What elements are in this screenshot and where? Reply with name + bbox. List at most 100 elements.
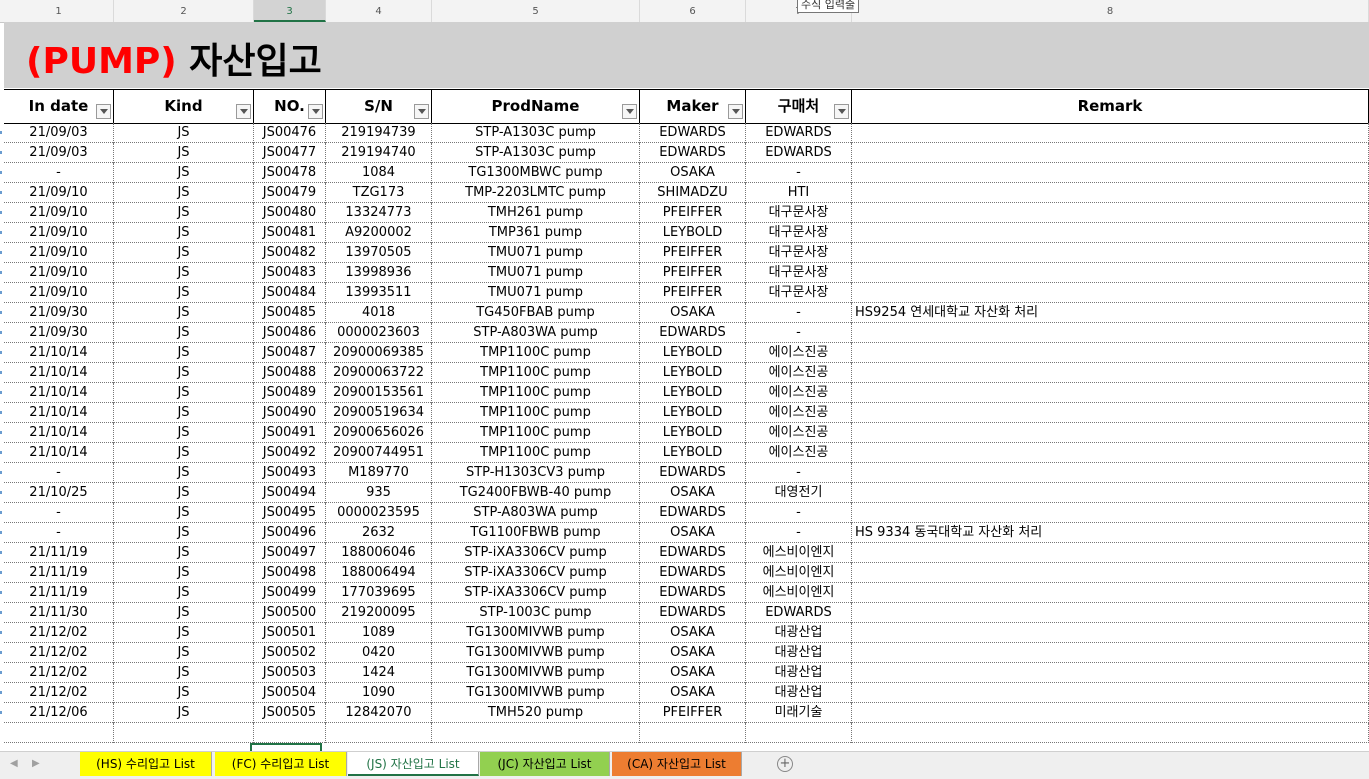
table-cell[interactable]: 에이스진공: [746, 443, 852, 463]
table-cell[interactable]: JS: [114, 123, 254, 143]
table-cell[interactable]: 177039695: [326, 583, 432, 603]
table-cell[interactable]: OSAKA: [640, 663, 746, 683]
table-cell[interactable]: 13993511: [326, 283, 432, 303]
table-cell[interactable]: [4, 723, 114, 743]
header-cell-2[interactable]: NO.: [254, 90, 326, 123]
table-cell[interactable]: EDWARDS: [640, 583, 746, 603]
sheet-tab-4[interactable]: (CA) 자산입고 List: [612, 752, 742, 776]
table-cell[interactable]: LEYBOLD: [640, 363, 746, 383]
table-cell[interactable]: [852, 423, 1369, 443]
table-cell[interactable]: 21/11/19: [4, 543, 114, 563]
table-cell[interactable]: 21/10/14: [4, 343, 114, 363]
table-cell[interactable]: LEYBOLD: [640, 443, 746, 463]
table-cell[interactable]: OSAKA: [640, 523, 746, 543]
table-cell[interactable]: PFEIFFER: [640, 263, 746, 283]
table-cell[interactable]: TMH520 pump: [432, 703, 640, 723]
table-cell[interactable]: JS00493: [254, 463, 326, 483]
table-cell[interactable]: HTI: [746, 183, 852, 203]
table-cell[interactable]: [852, 183, 1369, 203]
table-cell[interactable]: 에스비이엔지: [746, 583, 852, 603]
table-cell[interactable]: 0000023603: [326, 323, 432, 343]
table-cell[interactable]: EDWARDS: [746, 143, 852, 163]
table-cell[interactable]: [852, 243, 1369, 263]
header-cell-6[interactable]: 구매처: [746, 90, 852, 123]
table-cell[interactable]: STP-A803WA pump: [432, 323, 640, 343]
column-number-2[interactable]: 2: [114, 0, 254, 22]
table-cell[interactable]: 21/10/14: [4, 403, 114, 423]
table-cell[interactable]: 21/12/06: [4, 703, 114, 723]
header-cell-5[interactable]: Maker: [640, 90, 746, 123]
table-cell[interactable]: JS00498: [254, 563, 326, 583]
filter-dropdown-icon[interactable]: [622, 104, 637, 119]
header-cell-0[interactable]: In date: [4, 90, 114, 123]
table-cell[interactable]: 0420: [326, 643, 432, 663]
table-cell[interactable]: TMP1100C pump: [432, 383, 640, 403]
table-cell[interactable]: 21/10/14: [4, 383, 114, 403]
table-cell[interactable]: TMP1100C pump: [432, 443, 640, 463]
filter-dropdown-icon[interactable]: [308, 104, 323, 119]
table-cell[interactable]: 21/10/14: [4, 423, 114, 443]
table-cell[interactable]: [852, 143, 1369, 163]
table-cell[interactable]: [852, 363, 1369, 383]
table-cell[interactable]: JS: [114, 503, 254, 523]
table-cell[interactable]: EDWARDS: [746, 123, 852, 143]
table-cell[interactable]: 21/10/14: [4, 443, 114, 463]
column-number-1[interactable]: 1: [4, 0, 114, 22]
header-cell-7[interactable]: Remark: [852, 90, 1369, 123]
table-cell[interactable]: OSAKA: [640, 643, 746, 663]
table-cell[interactable]: JS: [114, 643, 254, 663]
table-cell[interactable]: 21/09/03: [4, 143, 114, 163]
table-cell[interactable]: 대구문사장: [746, 203, 852, 223]
header-cell-1[interactable]: Kind: [114, 90, 254, 123]
table-cell[interactable]: -: [746, 303, 852, 323]
table-cell[interactable]: [852, 283, 1369, 303]
table-cell[interactable]: 에이스진공: [746, 363, 852, 383]
table-cell[interactable]: 21/09/10: [4, 283, 114, 303]
column-number-3[interactable]: 3: [254, 0, 326, 22]
table-cell[interactable]: 21/09/30: [4, 323, 114, 343]
table-cell[interactable]: [326, 723, 432, 743]
column-number-5[interactable]: 5: [432, 0, 640, 22]
table-cell[interactable]: 21/09/03: [4, 123, 114, 143]
table-cell[interactable]: JS00477: [254, 143, 326, 163]
table-cell[interactable]: A9200002: [326, 223, 432, 243]
table-cell[interactable]: JS00502: [254, 643, 326, 663]
table-cell[interactable]: JS: [114, 143, 254, 163]
table-cell[interactable]: 21/12/02: [4, 643, 114, 663]
table-cell[interactable]: 219200095: [326, 603, 432, 623]
table-cell[interactable]: -: [746, 323, 852, 343]
table-cell[interactable]: 대구문사장: [746, 223, 852, 243]
table-cell[interactable]: EDWARDS: [640, 603, 746, 623]
table-cell[interactable]: 2632: [326, 523, 432, 543]
table-cell[interactable]: TMP361 pump: [432, 223, 640, 243]
table-cell[interactable]: TMU071 pump: [432, 263, 640, 283]
table-cell[interactable]: [852, 683, 1369, 703]
table-cell[interactable]: 에스비이엔지: [746, 563, 852, 583]
table-cell[interactable]: 21/12/02: [4, 683, 114, 703]
table-cell[interactable]: JS: [114, 563, 254, 583]
table-cell[interactable]: OSAKA: [640, 303, 746, 323]
table-cell[interactable]: [852, 223, 1369, 243]
table-cell[interactable]: STP-A803WA pump: [432, 503, 640, 523]
table-cell[interactable]: 20900656026: [326, 423, 432, 443]
table-cell[interactable]: 21/09/30: [4, 303, 114, 323]
table-cell[interactable]: 21/11/19: [4, 583, 114, 603]
table-cell[interactable]: [746, 723, 852, 743]
table-cell[interactable]: JS00496: [254, 523, 326, 543]
table-cell[interactable]: JS00494: [254, 483, 326, 503]
table-cell[interactable]: 13324773: [326, 203, 432, 223]
table-cell[interactable]: STP-H1303CV3 pump: [432, 463, 640, 483]
table-cell[interactable]: JS: [114, 403, 254, 423]
table-cell[interactable]: JS00504: [254, 683, 326, 703]
table-cell[interactable]: -: [746, 163, 852, 183]
table-cell[interactable]: [852, 123, 1369, 143]
table-cell[interactable]: LEYBOLD: [640, 423, 746, 443]
table-cell[interactable]: JS: [114, 603, 254, 623]
table-cell[interactable]: JS: [114, 423, 254, 443]
filter-dropdown-icon[interactable]: [834, 104, 849, 119]
table-cell[interactable]: JS00481: [254, 223, 326, 243]
table-cell[interactable]: TMP1100C pump: [432, 363, 640, 383]
table-cell[interactable]: -: [4, 503, 114, 523]
table-cell[interactable]: TMP-2203LMTC pump: [432, 183, 640, 203]
table-cell[interactable]: 935: [326, 483, 432, 503]
